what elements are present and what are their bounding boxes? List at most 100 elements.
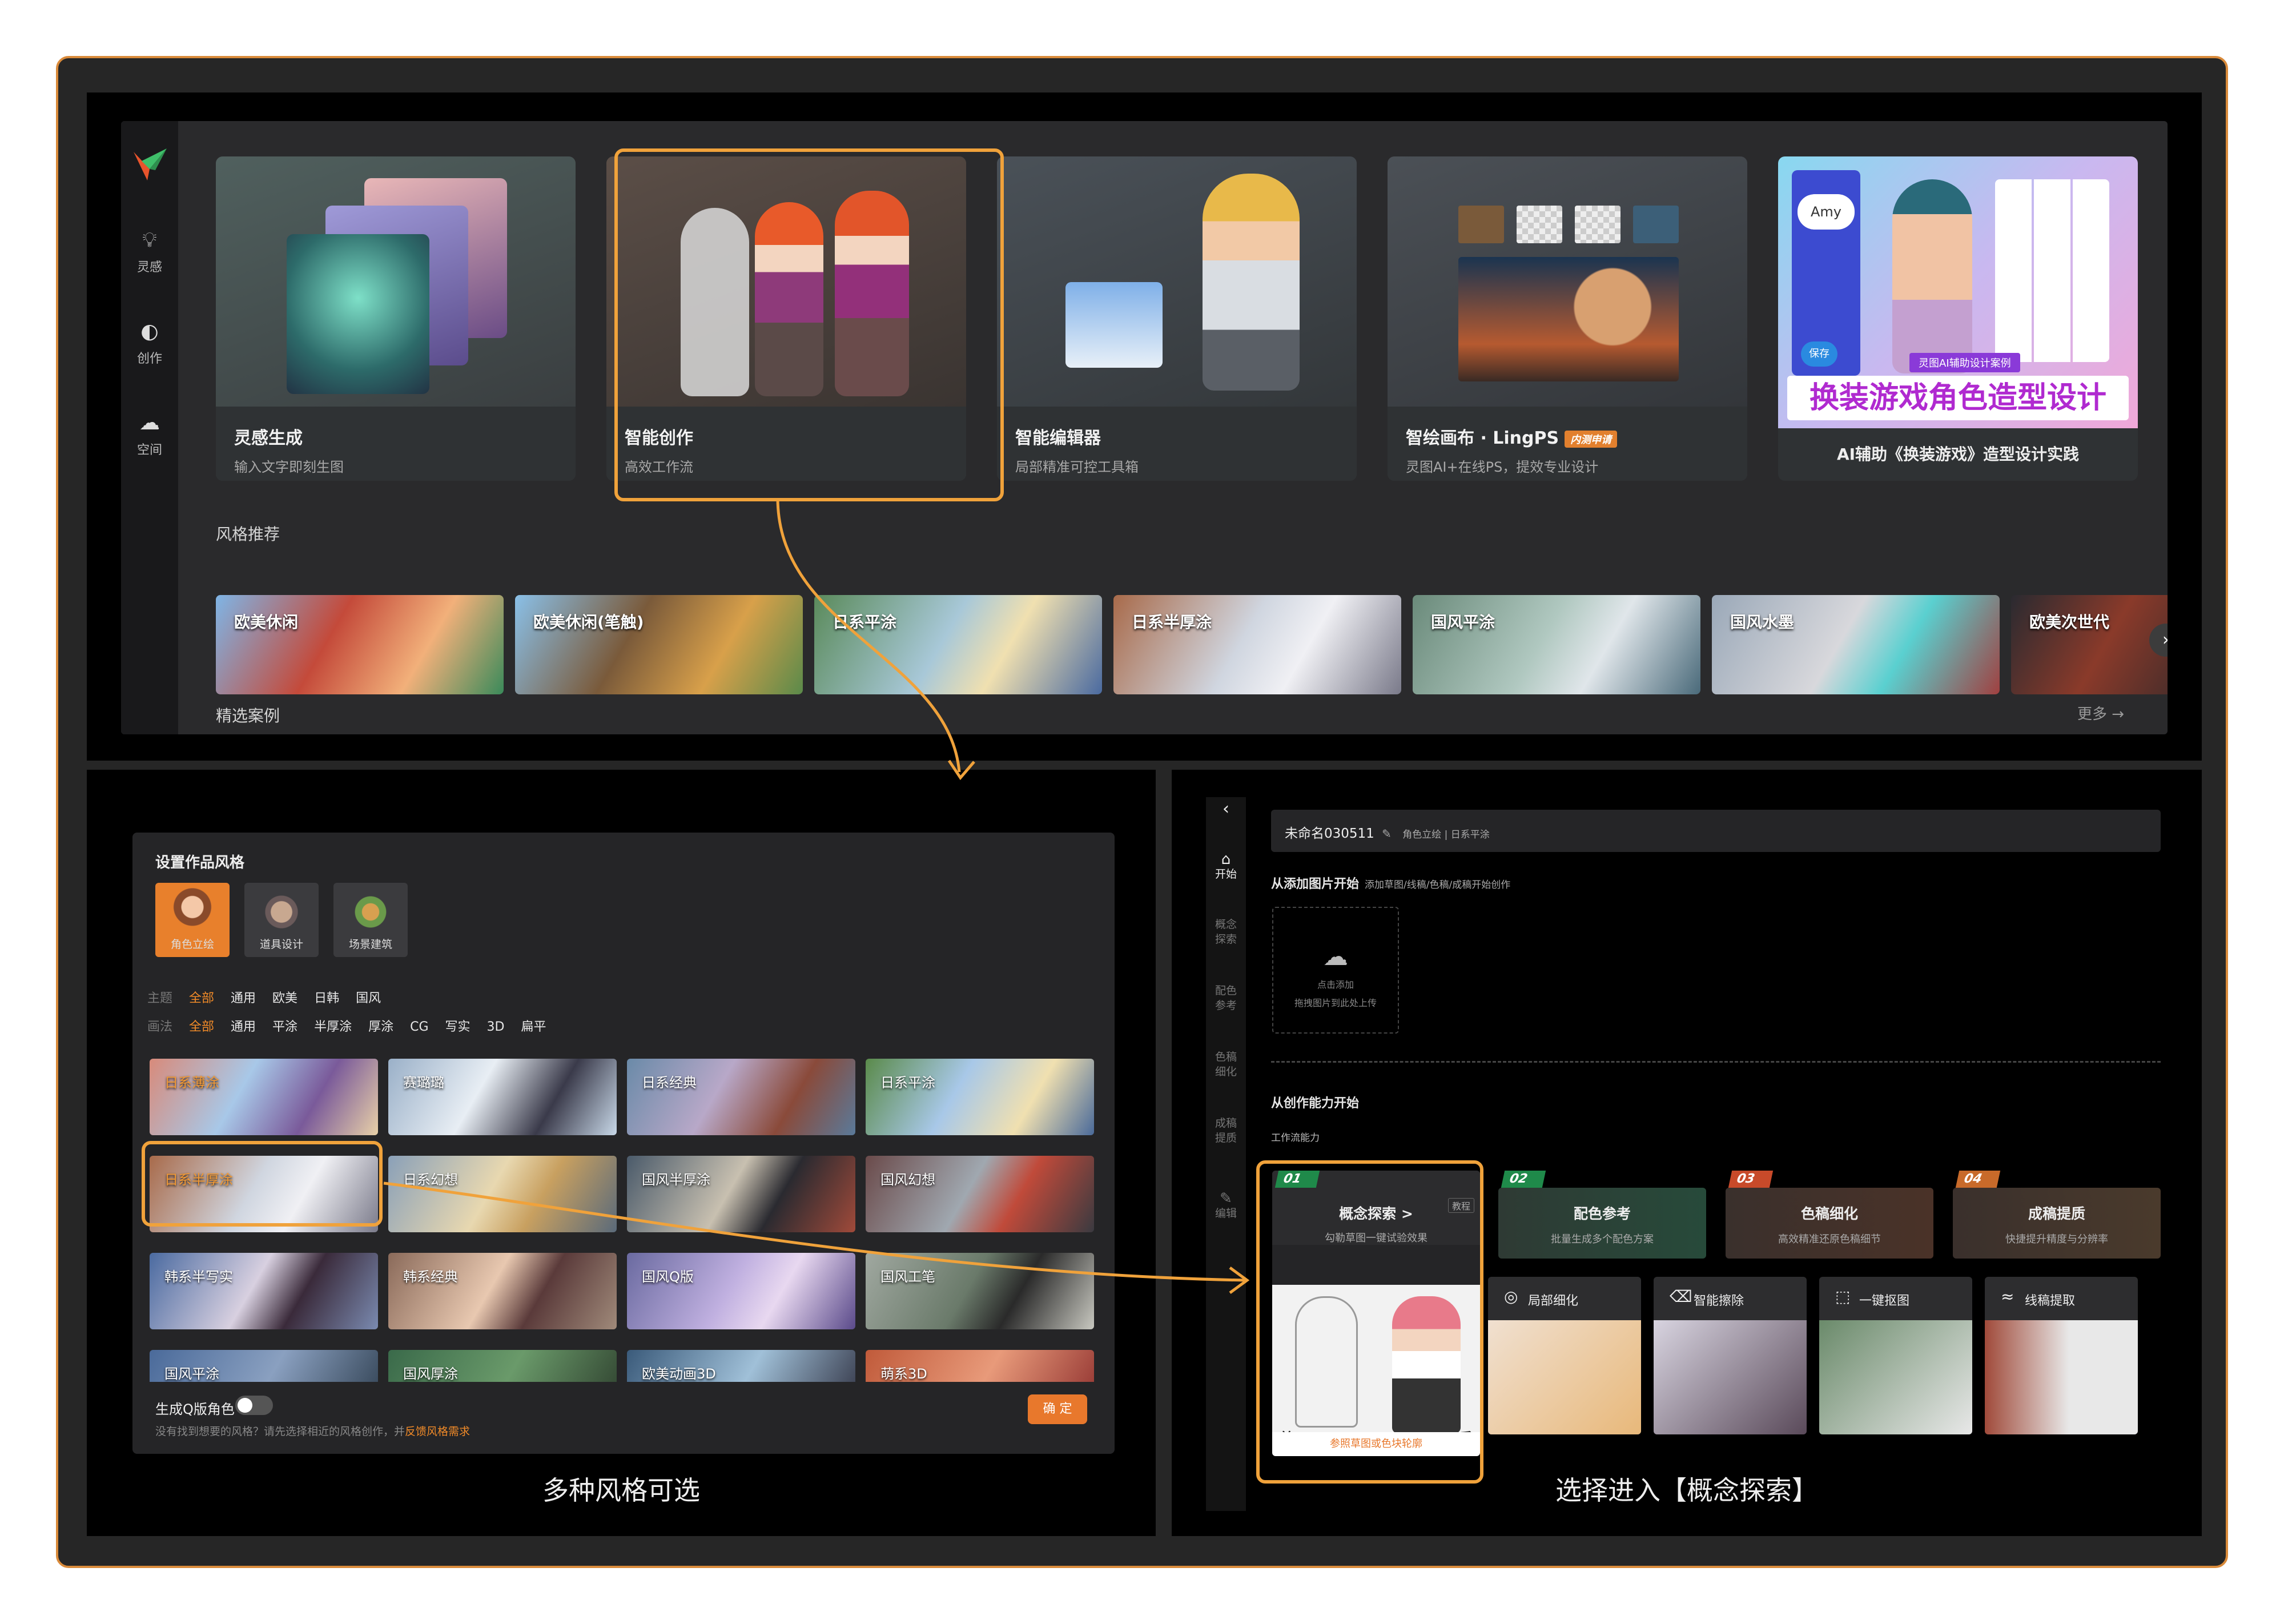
step-title: 成稿提质 <box>2028 1205 2085 1222</box>
card-inspiration[interactable]: 灵感生成 输入文字即刻生图 <box>216 156 576 481</box>
style-option[interactable]: 国风工笔 <box>866 1253 1094 1329</box>
confirm-button[interactable]: 确 定 <box>1028 1394 1087 1424</box>
rail-item-quality[interactable]: 成稿提质 <box>1215 1116 1237 1145</box>
filter-chip[interactable]: 半厚涂 <box>314 1020 352 1034</box>
style-option[interactable]: 日系平涂 <box>866 1059 1094 1135</box>
style-tile[interactable]: 欧美休闲 <box>216 595 504 694</box>
style-hint: 没有找到想要的风格？请先选择相近的风格创作，并反馈风格需求 <box>155 1423 470 1438</box>
filter-chip[interactable]: 厚涂 <box>368 1020 393 1034</box>
style-option[interactable]: 国风Q版 <box>627 1253 855 1329</box>
rail-item-space[interactable]: ☁ 空间 <box>121 410 178 458</box>
step-number: 04 <box>1955 1171 2001 1188</box>
style-option-label: 韩系经典 <box>403 1269 458 1285</box>
rail-item-start[interactable]: ⌂ 开始 <box>1206 852 1246 882</box>
step-color-reference[interactable]: 配色参考 批量生成多个配色方案 <box>1498 1188 1706 1259</box>
style-option-label: 欧美动画3D <box>642 1366 716 1382</box>
style-section-title: 风格推荐 <box>216 525 280 544</box>
style-option[interactable]: 国风平涂 <box>150 1350 378 1382</box>
eraser-icon: ⌫ <box>1670 1287 1692 1306</box>
style-option[interactable]: 赛璐璐 <box>388 1059 617 1135</box>
rail-label: 成稿提质 <box>1215 1117 1237 1144</box>
rail-item-inspiration[interactable]: 💡︎ 灵感 <box>121 227 178 275</box>
filter-chip[interactable]: 全部 <box>189 1020 214 1034</box>
filter-chip[interactable]: 欧美 <box>272 991 297 1006</box>
rail-item-edit[interactable]: ✎ 编辑 <box>1206 1191 1246 1221</box>
style-tile[interactable]: 欧美次世代 <box>2011 595 2168 694</box>
project-tags: 角色立绘 | 日系平涂 <box>1402 829 1490 841</box>
style-option[interactable]: 日系幻想 <box>388 1156 617 1232</box>
card-title-text: 智绘画布 · LingPS <box>1406 428 1559 448</box>
tool-preview <box>1985 1320 2138 1434</box>
tool-preview <box>1819 1320 1972 1434</box>
filter-chip[interactable]: 扁平 <box>521 1020 546 1034</box>
filter-chip[interactable]: 国风 <box>356 991 381 1006</box>
rail-item-color[interactable]: 配色参考 <box>1215 983 1237 1013</box>
workflow-panel: ‹ ⌂ 开始 概念探索 配色参考 色稿细化 成稿提质 ✎ 编辑 未命名030511 … <box>1172 770 2202 1536</box>
rail-item-concept[interactable]: 概念探索 <box>1215 917 1237 947</box>
q-version-toggle[interactable] <box>235 1396 273 1415</box>
rail-label: 配色参考 <box>1215 984 1237 1012</box>
start-from-image: 从添加图片开始 添加草图/线稿/色稿/成稿开始创作 <box>1271 874 1510 892</box>
style-option[interactable]: 萌系3D <box>866 1350 1094 1382</box>
card-art <box>1388 156 1747 407</box>
step-number: 02 <box>1501 1171 1546 1188</box>
rail-label: 概念探索 <box>1215 918 1237 946</box>
lightbulb-icon: 💡︎ <box>142 228 157 252</box>
category-label: 道具设计 <box>259 938 303 951</box>
style-tile[interactable]: 日系半厚涂 <box>1113 595 1401 694</box>
tool-local-refine[interactable]: ◎ 局部细化 <box>1488 1277 1641 1434</box>
filter-chip[interactable]: 通用 <box>231 1020 256 1034</box>
filter-chip[interactable]: 全部 <box>189 991 214 1006</box>
more-link[interactable]: 更多 → <box>2077 702 2124 723</box>
category-prop[interactable]: 道具设计 <box>244 883 319 957</box>
tool-lineart[interactable]: ≈ 线稿提取 <box>1985 1277 2138 1434</box>
cases-section-title: 精选案例 <box>216 706 280 725</box>
category-scene[interactable]: 场景建筑 <box>333 883 408 957</box>
rail-item-refine[interactable]: 色稿细化 <box>1215 1050 1237 1079</box>
style-option[interactable]: 国风幻想 <box>866 1156 1094 1232</box>
category-character[interactable]: 角色立绘 <box>155 883 230 957</box>
style-label: 国风平涂 <box>1431 613 1495 632</box>
style-option[interactable]: 日系经典 <box>627 1059 855 1135</box>
style-option[interactable]: 国风半厚涂 <box>627 1156 855 1232</box>
style-option-label: 日系幻想 <box>403 1172 458 1188</box>
style-option[interactable]: 国风厚涂 <box>388 1350 617 1382</box>
step-quality-boost[interactable]: 成稿提质 快捷提升精度与分辨率 <box>1953 1188 2161 1259</box>
save-button: 保存 <box>1801 341 1837 367</box>
project-header: 未命名030511 ✎ 角色立绘 | 日系平涂 <box>1271 810 2161 852</box>
card-case-dressup[interactable]: Amy 保存 灵图AI辅助设计案例 换装游戏角色造型设计 AI辅助《换装游戏》造… <box>1778 156 2138 481</box>
filter-chip[interactable]: 写实 <box>445 1020 471 1034</box>
tool-smart-erase[interactable]: ⌫ 智能擦除 <box>1654 1277 1807 1434</box>
filter-chip[interactable]: 日韩 <box>314 991 339 1006</box>
card-smart-editor[interactable]: 智能编辑器 局部精准可控工具箱 <box>997 156 1357 481</box>
style-option[interactable]: 日系薄涂 <box>150 1059 378 1135</box>
tool-label: 局部细化 <box>1528 1294 1579 1308</box>
edit-icon[interactable]: ✎ <box>1382 827 1392 841</box>
style-tile[interactable]: 日系平涂 <box>814 595 1102 694</box>
filter-chip[interactable]: 平涂 <box>272 1020 297 1034</box>
step-color-refine[interactable]: 色稿细化 高效精准还原色稿细节 <box>1726 1188 1933 1259</box>
style-tile[interactable]: 国风水墨 <box>1712 595 2000 694</box>
style-option[interactable]: 韩系半写实 <box>150 1253 378 1329</box>
back-button[interactable]: ‹ <box>1206 799 1246 819</box>
style-option[interactable]: 韩系经典 <box>388 1253 617 1329</box>
project-name[interactable]: 未命名030511 <box>1285 826 1374 841</box>
style-tile[interactable]: 欧美休闲(笔触) <box>515 595 803 694</box>
style-tile[interactable]: 国风平涂 <box>1413 595 1700 694</box>
upload-text: 点击添加 <box>1317 979 1354 990</box>
showcase-frame: 💡︎ 灵感 ◐ 创作 ☁ 空间 灵感生成 输入文字即刻生图 智能创作 高效工作流… <box>56 56 2228 1568</box>
style-option[interactable]: 欧美动画3D <box>627 1350 855 1382</box>
filter-chip[interactable]: CG <box>410 1020 428 1034</box>
filter-chip[interactable]: 通用 <box>231 991 256 1006</box>
card-lingps[interactable]: 智绘画布 · LingPS 内测申请 灵图AI+在线PS，提效专业设计 <box>1388 156 1747 481</box>
filter-chip[interactable]: 3D <box>487 1020 505 1034</box>
tool-cutout[interactable]: ⬚ 一键抠图 <box>1819 1277 1972 1434</box>
rail-item-create[interactable]: ◐ 创作 <box>121 319 178 367</box>
case-banner: Amy 保存 灵图AI辅助设计案例 换装游戏角色造型设计 <box>1778 156 2138 428</box>
chevron-left-icon: ‹ <box>1223 799 1229 819</box>
style-label: 欧美休闲(笔触) <box>533 613 644 632</box>
rail-label: 灵感 <box>136 260 162 275</box>
feedback-link[interactable]: 反馈风格需求 <box>405 1425 470 1438</box>
upload-dropzone[interactable]: ☁ 点击添加 拖拽图片到此处上传 <box>1272 907 1399 1034</box>
style-option-label: 国风半厚涂 <box>642 1172 710 1188</box>
